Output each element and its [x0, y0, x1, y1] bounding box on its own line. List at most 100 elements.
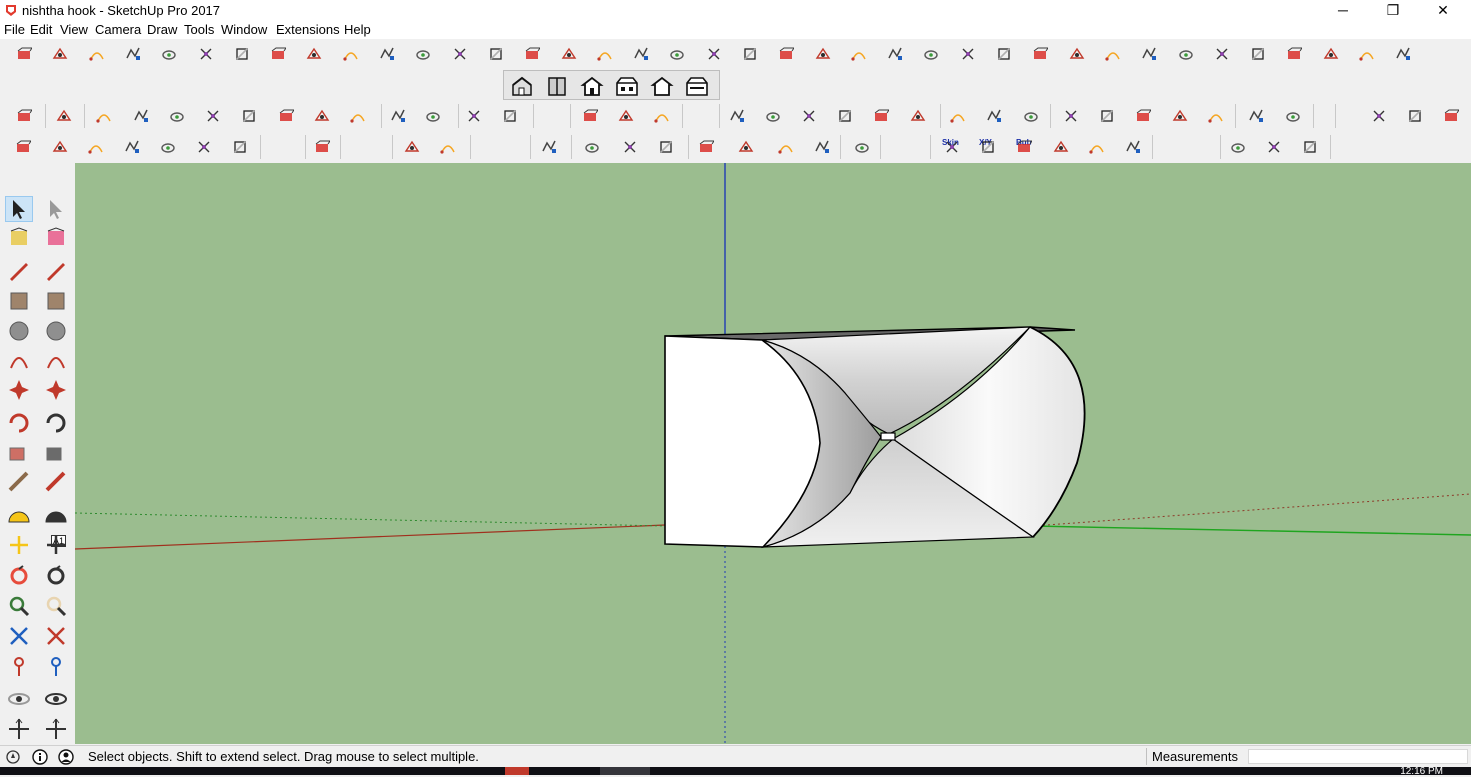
extension-tool-button-8[interactable] — [277, 107, 295, 125]
tape-measure-tool-button[interactable] — [5, 501, 33, 527]
orbit-tool-button[interactable] — [5, 593, 33, 619]
extension-tool-button-19[interactable] — [764, 107, 782, 125]
ruby-tool-button-14[interactable] — [657, 138, 675, 156]
curviloft-tool-button-39[interactable] — [1394, 45, 1412, 63]
ruby-tool-button-9[interactable] — [403, 138, 421, 156]
account-icon[interactable] — [58, 749, 74, 765]
pie-tool-button[interactable] — [42, 377, 70, 403]
ruby-tool-button-4[interactable] — [123, 138, 141, 156]
scale-tool-button[interactable] — [5, 469, 33, 495]
curviloft-tool-button-2[interactable] — [51, 45, 69, 63]
extension-tool-button-18[interactable] — [728, 107, 746, 125]
extension-tool-button-21[interactable] — [836, 107, 854, 125]
freehand-tool-button[interactable] — [42, 258, 70, 284]
extension-tool-button-13[interactable] — [465, 107, 483, 125]
curviloft-tool-button-15[interactable] — [523, 45, 541, 63]
iso-view-button[interactable] — [508, 74, 536, 98]
protractor-tool-button[interactable] — [5, 532, 33, 558]
extension-tool-button-33[interactable] — [1284, 107, 1302, 125]
curviloft-tool-button-3[interactable] — [88, 45, 106, 63]
back-view-button[interactable] — [648, 74, 676, 98]
ruby-tool-button-25[interactable] — [1124, 138, 1142, 156]
curviloft-tool-button-20[interactable] — [705, 45, 723, 63]
extension-tool-button-34[interactable] — [1370, 107, 1388, 125]
extension-tool-button-2[interactable] — [55, 107, 73, 125]
section-plane-tool-button[interactable] — [42, 716, 70, 742]
ruby-tool-button-22[interactable] — [1015, 138, 1033, 156]
ruby-tool-button-20[interactable] — [943, 138, 961, 156]
curviloft-tool-button-28[interactable] — [995, 45, 1013, 63]
curviloft-tool-button-36[interactable] — [1285, 45, 1303, 63]
three-point-arc-tool-button[interactable] — [5, 377, 33, 403]
ruby-tool-button-3[interactable] — [87, 138, 105, 156]
curviloft-tool-button-18[interactable] — [632, 45, 650, 63]
ruby-tool-button-7[interactable] — [231, 138, 249, 156]
two-point-arc-tool-button[interactable] — [42, 347, 70, 373]
curviloft-tool-button-8[interactable] — [269, 45, 287, 63]
extension-tool-button-31[interactable] — [1207, 107, 1225, 125]
extension-tool-button-35[interactable] — [1406, 107, 1424, 125]
zoom-tool-button[interactable] — [5, 623, 33, 649]
ruby-tool-button-5[interactable] — [159, 138, 177, 156]
extension-tool-button-22[interactable] — [872, 107, 890, 125]
extension-tool-button-25[interactable] — [985, 107, 1003, 125]
ruby-tool-button-21[interactable] — [979, 138, 997, 156]
extension-tool-button-20[interactable] — [800, 107, 818, 125]
extension-tool-button-23[interactable] — [909, 107, 927, 125]
menu-camera[interactable]: Camera — [95, 22, 141, 37]
curviloft-tool-button-29[interactable] — [1031, 45, 1049, 63]
extension-tool-button-1[interactable] — [15, 107, 33, 125]
curviloft-tool-button-7[interactable] — [233, 45, 251, 63]
ruby-tool-button-2[interactable] — [51, 138, 69, 156]
curviloft-tool-button-13[interactable] — [451, 45, 469, 63]
curviloft-tool-button-17[interactable] — [596, 45, 614, 63]
walk-tool-button[interactable] — [5, 716, 33, 742]
move-tool-button[interactable] — [5, 410, 33, 436]
menu-view[interactable]: View — [60, 22, 88, 37]
hook-model[interactable] — [664, 326, 1086, 549]
curviloft-tool-button-30[interactable] — [1068, 45, 1086, 63]
curviloft-tool-button-16[interactable] — [560, 45, 578, 63]
ruby-tool-button-19[interactable] — [853, 138, 871, 156]
model-canvas[interactable] — [75, 163, 1471, 744]
ruby-tool-button-13[interactable] — [621, 138, 639, 156]
axes-tool-button[interactable] — [5, 563, 33, 589]
extension-tool-button-16[interactable] — [617, 107, 635, 125]
ruby-tool-button-8[interactable] — [313, 138, 331, 156]
follow-me-tool-button[interactable] — [42, 439, 70, 465]
eraser-tool-button[interactable] — [42, 225, 70, 251]
ruby-tool-button-1[interactable] — [14, 138, 32, 156]
menu-tools[interactable]: Tools — [184, 22, 214, 37]
menu-file[interactable]: File — [4, 22, 25, 37]
extension-tool-button-4[interactable] — [132, 107, 150, 125]
select-tool-button[interactable] — [5, 196, 33, 222]
curviloft-tool-button-21[interactable] — [741, 45, 759, 63]
ruby-tool-button-26[interactable] — [1229, 138, 1247, 156]
curviloft-tool-button-9[interactable] — [305, 45, 323, 63]
measurements-input[interactable] — [1248, 749, 1468, 764]
curviloft-tool-button-24[interactable] — [850, 45, 868, 63]
text-tool-button[interactable] — [42, 532, 70, 558]
paint-bucket-tool-button[interactable] — [5, 225, 33, 251]
ruby-tool-button-23[interactable] — [1052, 138, 1070, 156]
curviloft-tool-button-1[interactable] — [15, 45, 33, 63]
dimension-tool-button[interactable] — [42, 501, 70, 527]
ruby-tool-button-11[interactable] — [540, 138, 558, 156]
extension-tool-button-32[interactable] — [1247, 107, 1265, 125]
modeling-viewport[interactable] — [75, 163, 1471, 744]
curviloft-tool-button-11[interactable] — [378, 45, 396, 63]
top-view-button[interactable] — [543, 74, 571, 98]
ruby-tool-button-18[interactable] — [813, 138, 831, 156]
zoom-extents-tool-button[interactable] — [5, 653, 33, 679]
menu-extensions[interactable]: Extensions — [276, 22, 340, 37]
geolocation-icon[interactable] — [5, 749, 21, 765]
close-button[interactable]: ✕ — [1420, 0, 1466, 21]
extension-tool-button-24[interactable] — [949, 107, 967, 125]
extension-tool-button-12[interactable] — [424, 107, 442, 125]
curviloft-tool-button-37[interactable] — [1322, 45, 1340, 63]
extension-tool-button-5[interactable] — [168, 107, 186, 125]
curviloft-tool-button-23[interactable] — [814, 45, 832, 63]
extension-tool-button-15[interactable] — [581, 107, 599, 125]
credits-info-icon[interactable] — [32, 749, 48, 765]
rectangle-tool-button[interactable] — [5, 288, 33, 314]
